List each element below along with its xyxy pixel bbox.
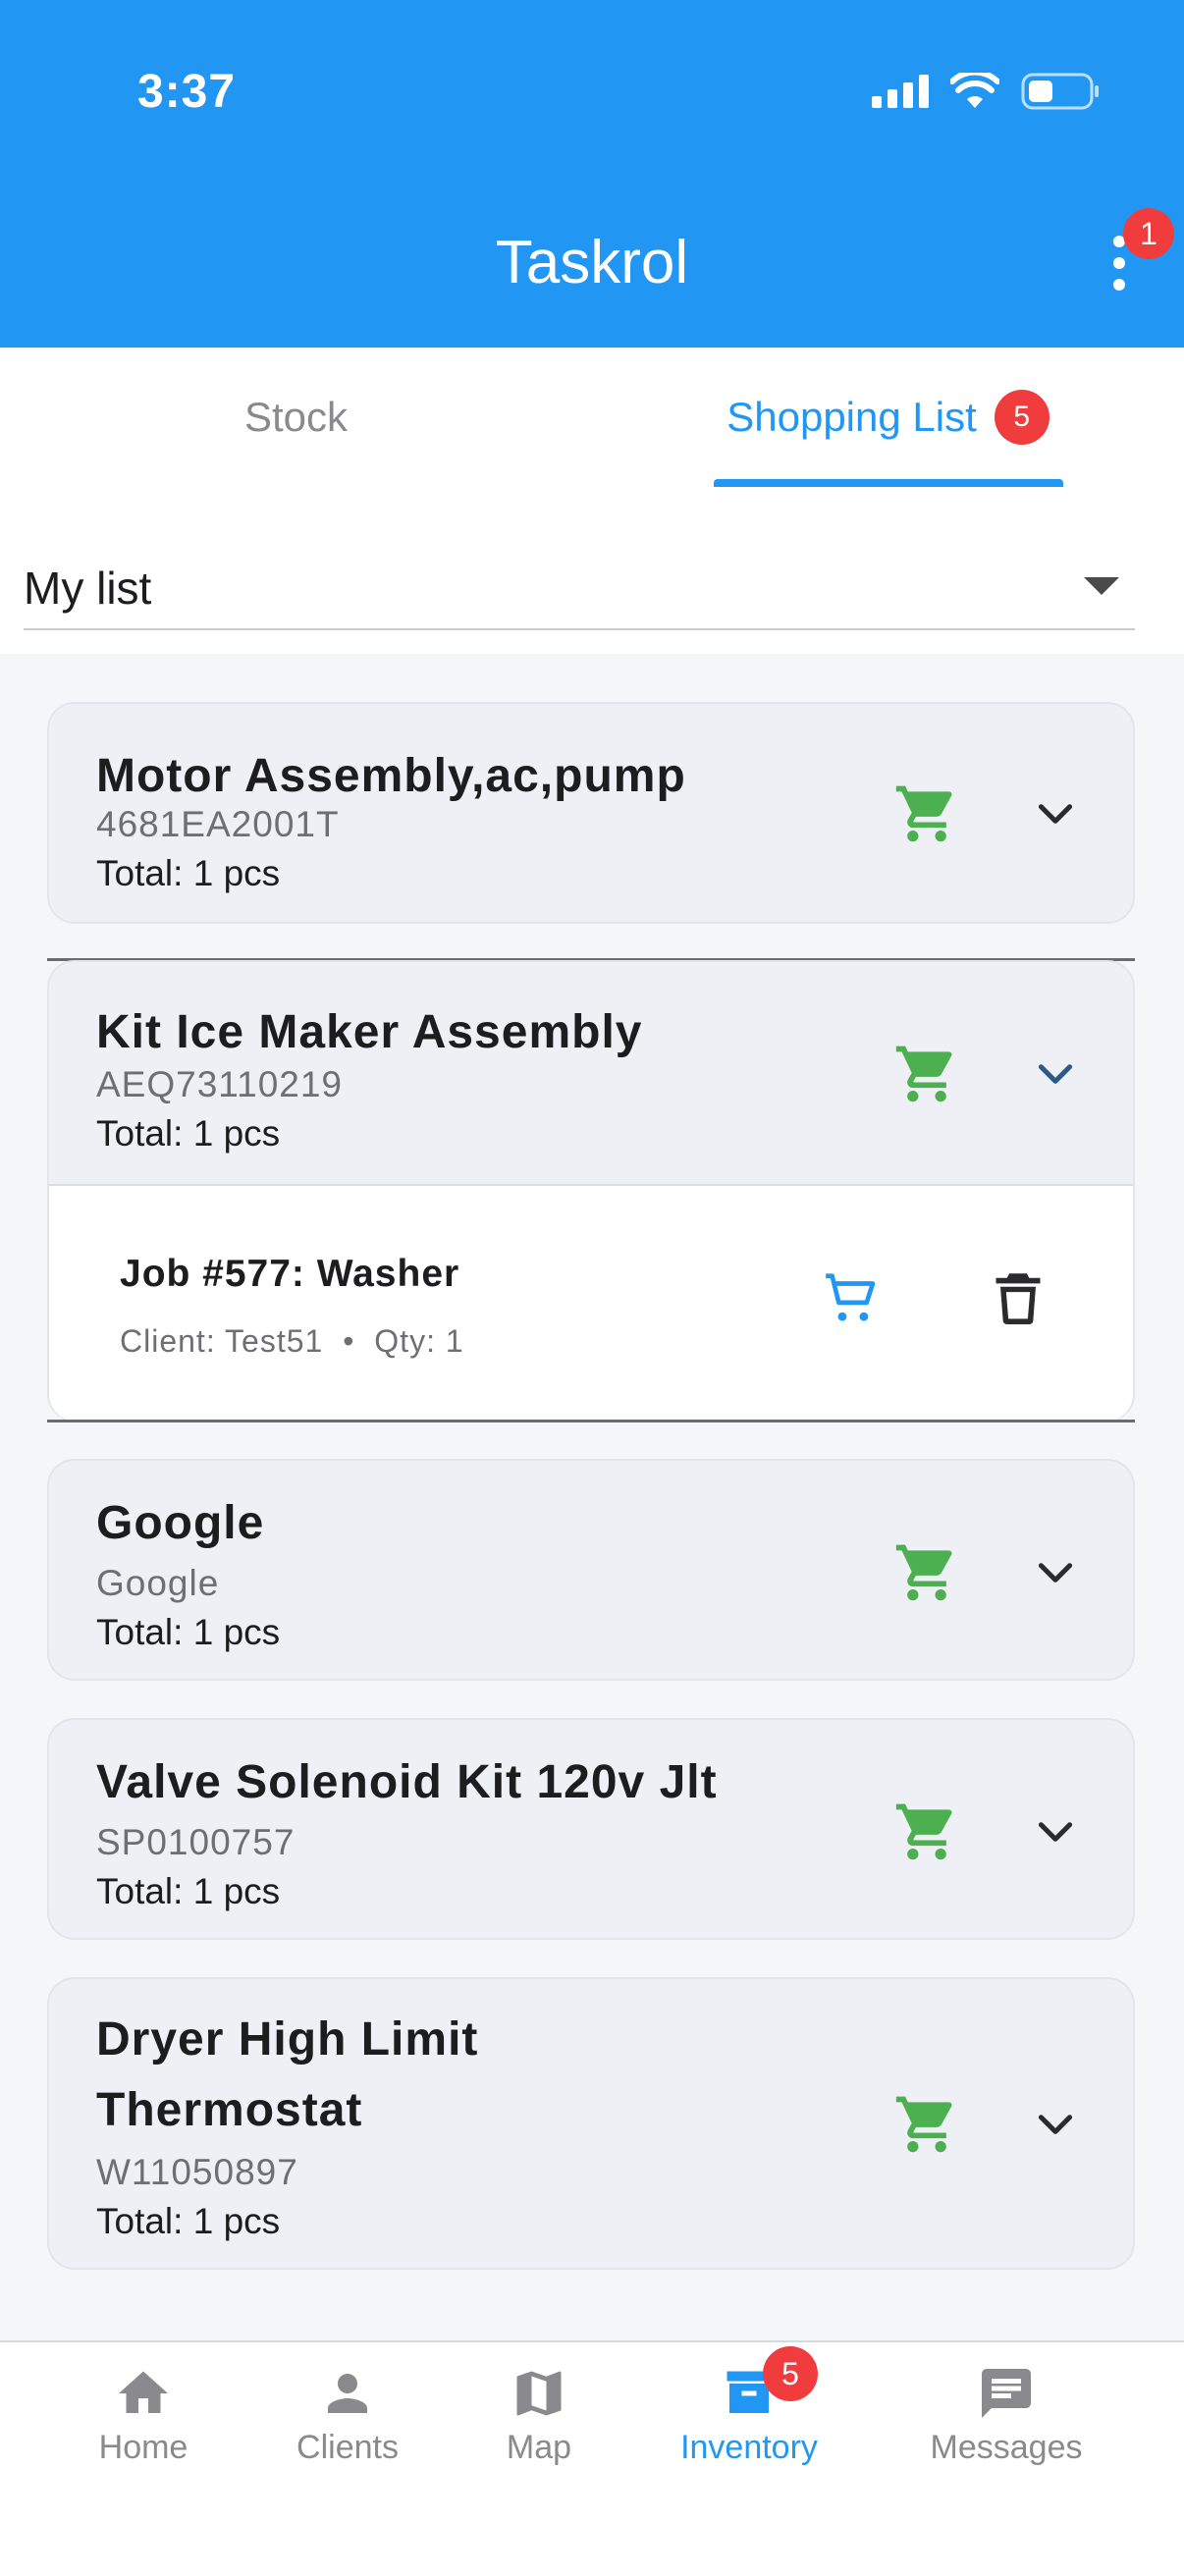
nav-clients[interactable]: Clients bbox=[249, 2342, 446, 2499]
item-sku: SP0100757 bbox=[96, 1822, 296, 1862]
job-meta: Client: Test51 • Qty: 1 bbox=[120, 1323, 464, 1360]
list-selector-underline bbox=[24, 628, 1135, 630]
cellular-signal-icon bbox=[872, 75, 929, 108]
cart-icon[interactable] bbox=[893, 1798, 960, 1865]
chevron-down-icon[interactable] bbox=[1031, 788, 1080, 837]
item-total: Total: 1 pcs bbox=[96, 1612, 281, 1652]
tab-shopping-list[interactable]: Shopping List 5 bbox=[592, 348, 1184, 487]
app-bar: 3:37 Taskrol 1 bbox=[0, 0, 1184, 348]
item-title-line: Thermostat bbox=[96, 2084, 363, 2136]
nav-messages-label: Messages bbox=[930, 2429, 1083, 2466]
item-sku: 4681EA2001T bbox=[96, 804, 340, 844]
status-icons bbox=[872, 73, 1100, 110]
tab-stock-label: Stock bbox=[243, 394, 349, 440]
cart-icon[interactable] bbox=[893, 780, 960, 847]
bottom-navigation: Home Clients Map 5 Inventory Messages bbox=[0, 2340, 1184, 2576]
list-selector-value: My list bbox=[24, 563, 152, 614]
shopping-list-badge: 5 bbox=[994, 390, 1049, 445]
item-sku: AEQ73110219 bbox=[96, 1064, 344, 1104]
inventory-badge: 5 bbox=[763, 2346, 818, 2401]
item-title: Dryer High Limit Thermostat bbox=[96, 2005, 478, 2146]
item-title: Motor Assembly,ac,pump bbox=[96, 750, 686, 802]
add-to-cart-icon[interactable] bbox=[821, 1268, 882, 1329]
cart-icon[interactable] bbox=[893, 1539, 960, 1606]
item-title: Valve Solenoid Kit 120v Jlt bbox=[96, 1756, 718, 1808]
home-icon bbox=[119, 2371, 168, 2413]
nav-map-label: Map bbox=[506, 2429, 572, 2466]
nav-clients-label: Clients bbox=[296, 2429, 399, 2466]
nav-home-label: Home bbox=[98, 2429, 188, 2466]
item-card-kit-ice-maker[interactable]: Kit Ice Maker Assembly AEQ73110219 Total… bbox=[47, 960, 1135, 1422]
nav-inventory[interactable]: 5 Inventory bbox=[651, 2342, 847, 2499]
item-card-motor-assembly[interactable]: Motor Assembly,ac,pump 4681EA2001T Total… bbox=[47, 702, 1135, 924]
battery-icon bbox=[1021, 73, 1099, 110]
app-title: Taskrol bbox=[495, 229, 689, 296]
chevron-down-icon[interactable] bbox=[1031, 1547, 1080, 1596]
menu-notification-badge: 1 bbox=[1123, 208, 1174, 259]
message-icon bbox=[982, 2369, 1031, 2418]
map-icon bbox=[516, 2371, 562, 2416]
wifi-icon bbox=[950, 73, 999, 108]
item-title: Kit Ice Maker Assembly bbox=[96, 1006, 643, 1058]
item-total: Total: 1 pcs bbox=[96, 1871, 281, 1911]
item-title-line: Dryer High Limit bbox=[96, 2013, 479, 2066]
job-qty: Qty: 1 bbox=[374, 1323, 464, 1359]
chevron-down-icon[interactable] bbox=[1031, 2099, 1080, 2148]
item-card-dryer-high-limit[interactable]: Dryer High Limit Thermostat W11050897 To… bbox=[47, 1977, 1135, 2270]
job-client: Client: Test51 bbox=[120, 1323, 324, 1359]
item-divider bbox=[47, 1420, 1135, 1422]
tab-shopping-list-label: Shopping List bbox=[727, 394, 977, 440]
chevron-down-icon[interactable] bbox=[1031, 1806, 1080, 1855]
job-meta-separator: • bbox=[343, 1323, 355, 1359]
item-card-google[interactable]: Google Google Total: 1 pcs bbox=[47, 1459, 1135, 1681]
person-icon bbox=[328, 2374, 367, 2413]
dropdown-arrow-icon[interactable] bbox=[1084, 577, 1119, 595]
item-title: Google bbox=[96, 1497, 265, 1549]
chevron-down-icon[interactable] bbox=[1031, 1048, 1080, 1098]
item-sku: W11050897 bbox=[96, 2152, 298, 2192]
delete-icon[interactable] bbox=[992, 1268, 1045, 1327]
status-time: 3:37 bbox=[137, 66, 237, 118]
active-tab-indicator bbox=[714, 479, 1063, 487]
nav-messages[interactable]: Messages bbox=[908, 2342, 1104, 2499]
item-card-valve-solenoid[interactable]: Valve Solenoid Kit 120v Jlt SP0100757 To… bbox=[47, 1718, 1135, 1940]
nav-home[interactable]: Home bbox=[45, 2342, 242, 2499]
job-title: Job #577: Washer bbox=[120, 1253, 460, 1295]
nav-map[interactable]: Map bbox=[441, 2342, 637, 2499]
list-selector[interactable]: My list bbox=[0, 487, 1184, 654]
tab-bar: Stock Shopping List 5 bbox=[0, 348, 1184, 489]
cart-icon[interactable] bbox=[893, 2091, 960, 2158]
item-total: Total: 1 pcs bbox=[96, 853, 281, 893]
tab-stock[interactable]: Stock bbox=[0, 348, 592, 487]
nav-inventory-label: Inventory bbox=[680, 2429, 818, 2466]
job-entry[interactable]: Job #577: Washer Client: Test51 • Qty: 1 bbox=[49, 1184, 1133, 1422]
cart-icon[interactable] bbox=[893, 1041, 960, 1107]
item-total: Total: 1 pcs bbox=[96, 2201, 281, 2241]
item-sku: Google bbox=[96, 1563, 220, 1603]
item-total: Total: 1 pcs bbox=[96, 1113, 281, 1154]
